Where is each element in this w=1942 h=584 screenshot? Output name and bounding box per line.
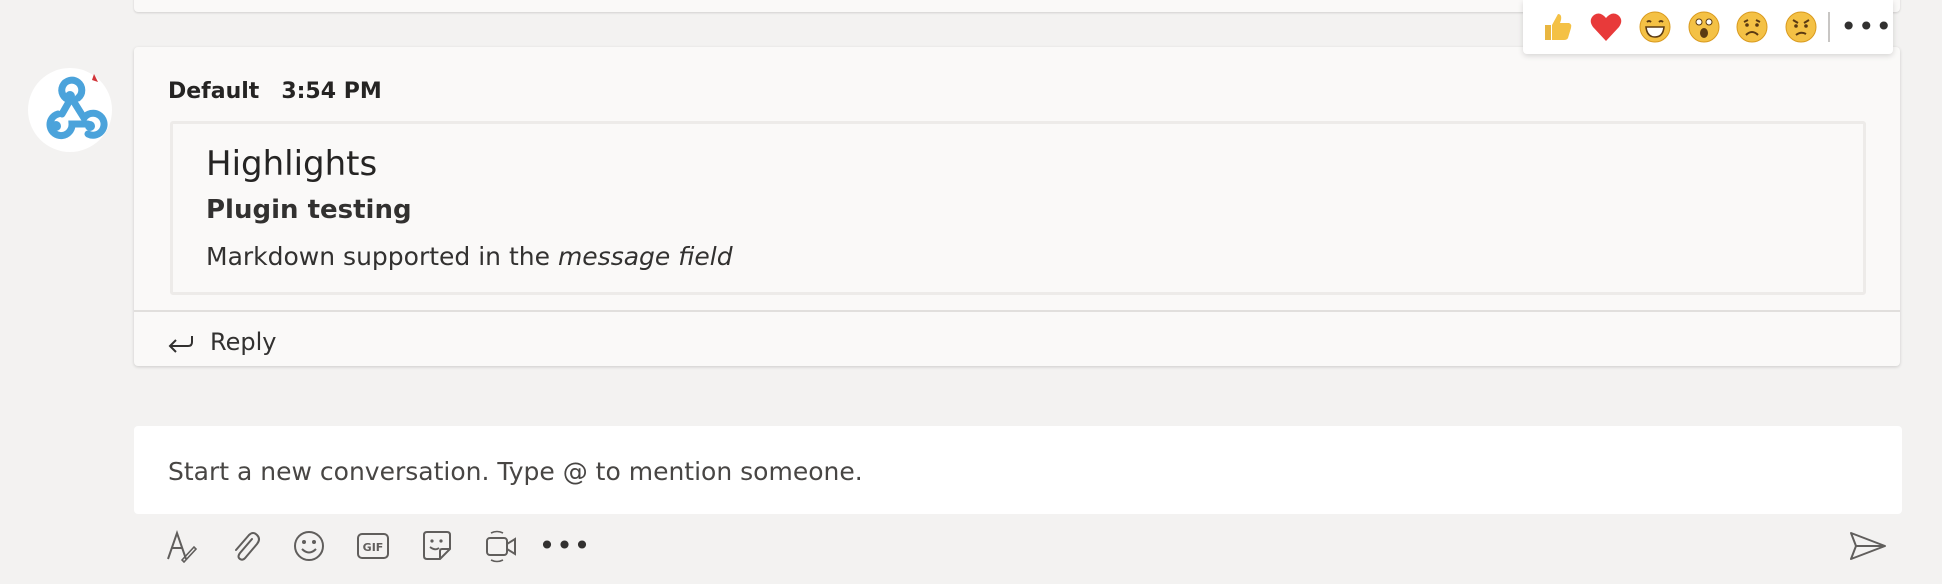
attach-button[interactable] <box>227 528 263 564</box>
adaptive-card: Highlights Plugin testing Markdown suppo… <box>170 121 1866 295</box>
compose-box <box>134 426 1902 516</box>
emoji-icon <box>294 531 324 561</box>
thumbs-up-icon <box>1545 14 1572 40</box>
reaction-separator <box>1827 12 1831 42</box>
reply-label: Reply <box>210 328 277 356</box>
reaction-bar: ••• <box>1523 0 1893 54</box>
laugh-icon <box>1639 11 1671 43</box>
laugh-reaction[interactable] <box>1631 5 1680 49</box>
meet-now-icon <box>486 530 516 563</box>
more-toolbar-options[interactable]: ••• <box>539 528 591 564</box>
card-text-plain: Markdown supported in the <box>206 242 558 271</box>
reply-icon <box>168 336 193 353</box>
attach-icon <box>235 532 260 561</box>
angry-icon <box>1785 11 1817 43</box>
divider <box>134 310 1900 312</box>
heart-icon <box>1590 13 1622 41</box>
card-text: Markdown supported in the message field <box>206 242 733 271</box>
sad-reaction[interactable] <box>1728 5 1777 49</box>
sticker-icon <box>423 531 451 560</box>
card-title: Highlights <box>206 144 378 184</box>
gif-button[interactable]: GIF <box>355 528 391 564</box>
surprised-reaction[interactable] <box>1679 5 1728 49</box>
webhook-icon <box>46 74 108 139</box>
compose-toolbar: GIF ••• <box>163 524 591 568</box>
gif-label: GIF <box>363 541 384 554</box>
send-button[interactable] <box>1848 530 1888 562</box>
message-timestamp: 3:54 PM <box>281 78 382 104</box>
sticker-button[interactable] <box>419 528 455 564</box>
compose-input[interactable] <box>166 426 1870 516</box>
format-button[interactable] <box>163 528 199 564</box>
reply-button[interactable]: Reply <box>166 323 276 361</box>
format-icon <box>167 529 198 563</box>
sad-icon <box>1736 11 1768 43</box>
surprised-icon <box>1688 11 1720 43</box>
avatar[interactable] <box>28 68 112 152</box>
sender-name[interactable]: Default <box>168 79 259 104</box>
heart-reaction[interactable] <box>1582 5 1631 49</box>
more-options-button[interactable]: ••• <box>1840 13 1893 41</box>
gif-icon: GIF <box>357 533 389 559</box>
meet-now-button[interactable] <box>483 528 519 564</box>
like-reaction[interactable] <box>1533 5 1582 49</box>
emoji-button[interactable] <box>291 528 327 564</box>
card-text-italic: message field <box>557 242 733 271</box>
angry-reaction[interactable] <box>1777 5 1826 49</box>
message-card: Default 3:54 PM Highlights Plugin testin… <box>134 47 1900 366</box>
send-icon <box>1850 532 1886 560</box>
message-header: Default 3:54 PM <box>168 75 382 107</box>
card-subtitle: Plugin testing <box>206 195 412 225</box>
